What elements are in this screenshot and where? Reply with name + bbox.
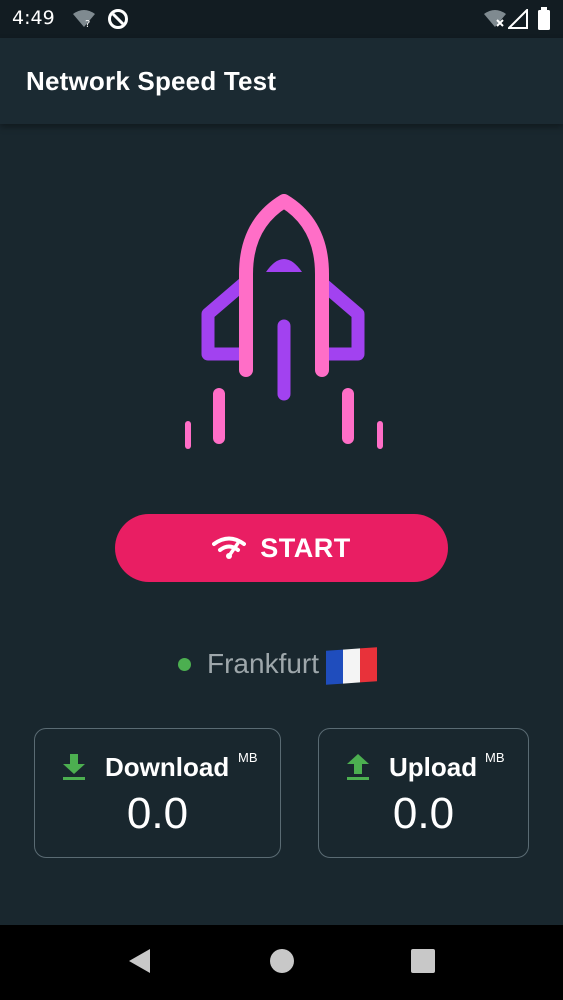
signal-icon bbox=[508, 9, 528, 29]
status-bar: 4:49 ? bbox=[0, 0, 563, 38]
upload-header: Upload bbox=[345, 749, 477, 785]
back-icon[interactable] bbox=[126, 947, 152, 975]
upload-label: Upload bbox=[389, 751, 478, 782]
server-name: Frankfurt bbox=[207, 648, 320, 679]
main-content: START Frankfurt Download MB 0.0 Upload M… bbox=[0, 124, 563, 925]
download-card: Download MB 0.0 bbox=[34, 728, 281, 858]
download-icon bbox=[63, 754, 85, 780]
recents-icon[interactable] bbox=[410, 947, 436, 975]
start-button[interactable]: START bbox=[115, 514, 448, 582]
start-label: START bbox=[260, 532, 351, 563]
navigation-bar bbox=[0, 925, 563, 1000]
app-title: Network Speed Test bbox=[26, 66, 277, 96]
rocket-icon bbox=[185, 194, 383, 449]
svg-text:?: ? bbox=[85, 19, 90, 29]
server-status-dot bbox=[178, 657, 191, 671]
download-header: Download bbox=[61, 749, 229, 785]
home-icon[interactable] bbox=[268, 947, 296, 975]
wifi-unknown-icon: ? bbox=[73, 10, 95, 29]
france-flag bbox=[326, 647, 378, 685]
upload-value: 0.0 bbox=[392, 789, 455, 838]
wifi-speed-icon bbox=[212, 536, 247, 559]
upload-icon bbox=[347, 754, 369, 780]
download-label: Download bbox=[105, 751, 230, 782]
status-time: 4:49 bbox=[12, 7, 55, 29]
upload-unit: MB bbox=[485, 750, 505, 765]
no-disturb-icon bbox=[108, 9, 128, 29]
download-unit: MB bbox=[238, 750, 258, 765]
battery-icon bbox=[538, 7, 550, 30]
download-value: 0.0 bbox=[126, 789, 189, 838]
upload-card: Upload MB 0.0 bbox=[318, 728, 529, 858]
wifi-off-icon bbox=[484, 10, 506, 27]
server-selector[interactable]: Frankfurt bbox=[178, 640, 379, 688]
app-bar: Network Speed Test bbox=[0, 38, 563, 124]
